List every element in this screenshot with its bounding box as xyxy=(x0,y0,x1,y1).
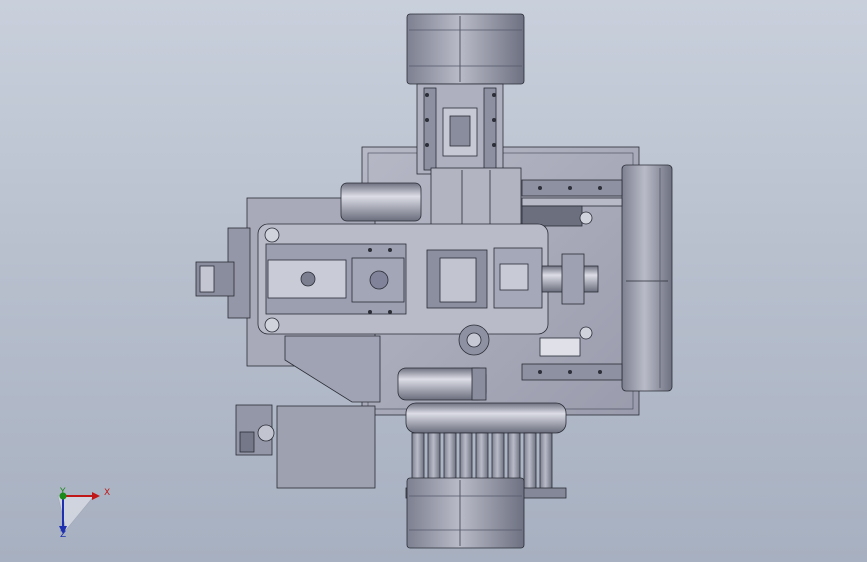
machine-assembly-drawing[interactable] xyxy=(0,0,867,562)
cad-viewport[interactable]: X Y Z xyxy=(0,0,867,562)
bottom-motor[interactable] xyxy=(406,477,525,549)
upper-roller[interactable] xyxy=(340,182,422,222)
lower-bracket[interactable] xyxy=(284,335,381,403)
top-motor[interactable] xyxy=(406,13,525,85)
tool-turret-disk[interactable] xyxy=(405,402,567,434)
x-axis-label: X xyxy=(104,488,111,498)
y-axis-label: Y xyxy=(60,487,66,497)
right-drive-housing[interactable] xyxy=(621,164,673,392)
coordinate-triad xyxy=(57,492,100,534)
z-axis-label: Z xyxy=(60,530,67,540)
control-box[interactable] xyxy=(276,405,376,489)
